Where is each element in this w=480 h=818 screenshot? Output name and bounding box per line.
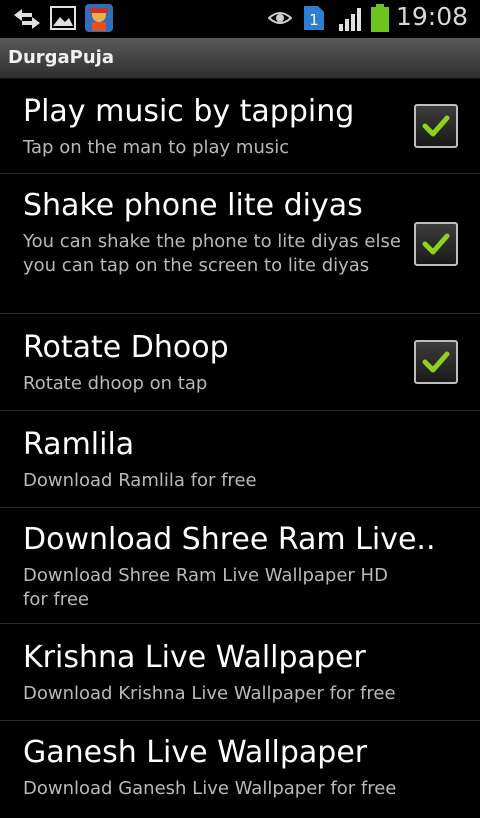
status-clock: 19:08 [395,2,468,31]
setting-title: Ganesh Live Wallpaper [23,735,368,770]
status-bar: 1 19:08 [0,0,480,38]
setting-shree-ram[interactable]: Download Shree Ram Live.. Download Shree… [0,508,480,624]
setting-summary: Download Krishna Live Wallpaper for free [23,683,396,704]
data-transfer-icon [12,8,42,34]
setting-title: Ramlila [23,427,135,462]
app-notification-icon [84,3,114,37]
app-title-bar: DurgaPuja [0,38,480,79]
setting-shake-phone[interactable]: Shake phone lite diyas You can shake the… [0,174,480,314]
checkmark-icon [422,233,450,255]
checkmark-icon [422,351,450,373]
setting-title: Download Shree Ram Live.. [23,522,436,557]
setting-summary: Download Ganesh Live Wallpaper for free [23,778,397,799]
setting-title: Rotate Dhoop [23,330,229,365]
play-music-checkbox[interactable] [414,104,458,148]
setting-title: Play music by tapping [23,94,355,129]
shake-phone-checkbox[interactable] [414,222,458,266]
setting-summary: You can shake the phone to lite diyas el… [23,231,401,276]
setting-ramlila[interactable]: Ramlila Download Ramlila for free [0,411,480,508]
gallery-icon [50,6,76,34]
battery-icon [370,3,390,37]
sim-badge-number: 1 [309,11,319,29]
setting-krishna[interactable]: Krishna Live Wallpaper Download Krishna … [0,624,480,721]
setting-summary: Download Ramlila for free [23,470,257,491]
settings-list: Play music by tapping Tap on the man to … [0,78,480,818]
setting-summary: Rotate dhoop on tap [23,373,208,394]
app-title: DurgaPuja [8,47,114,68]
setting-play-music[interactable]: Play music by tapping Tap on the man to … [0,78,480,174]
setting-title: Shake phone lite diyas [23,188,363,223]
sim-1-icon: 1 [303,5,325,35]
signal-icon [338,6,366,36]
rotate-dhoop-checkbox[interactable] [414,340,458,384]
checkmark-icon [422,115,450,137]
setting-summary: Tap on the man to play music [23,137,290,158]
setting-summary: Download Shree Ram Live Wallpaper HD for… [23,565,388,610]
setting-rotate-dhoop[interactable]: Rotate Dhoop Rotate dhoop on tap [0,314,480,411]
setting-title: Krishna Live Wallpaper [23,640,366,675]
eye-icon [267,9,293,31]
setting-ganesh[interactable]: Ganesh Live Wallpaper Download Ganesh Li… [0,721,480,818]
